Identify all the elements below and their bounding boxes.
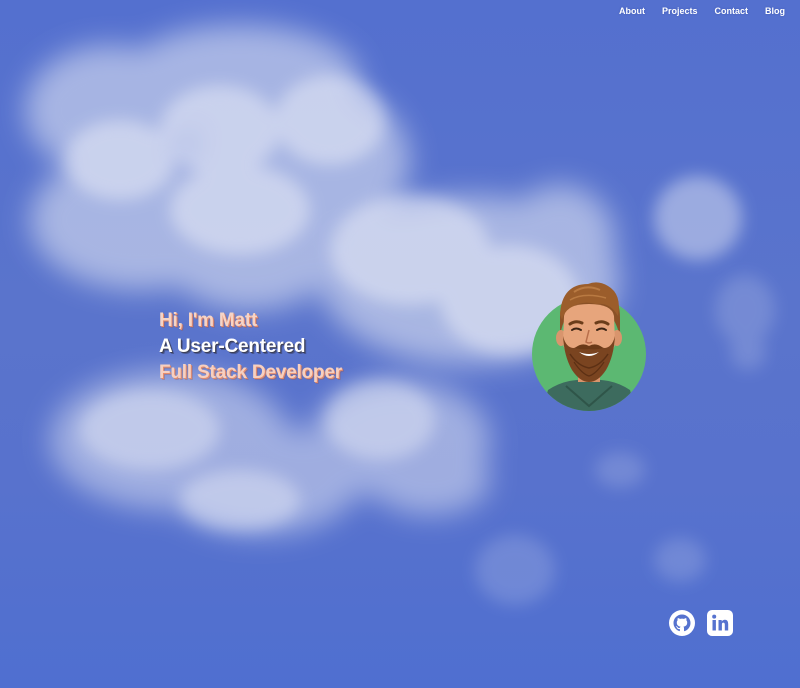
nav-link-contact[interactable]: Contact (698, 5, 749, 17)
avatar (526, 278, 652, 414)
hero-subtitle: A User-Centered (159, 336, 306, 357)
bearded-man-avatar-icon (532, 282, 646, 411)
nav-link-blog[interactable]: Blog (748, 5, 785, 17)
hero-greeting: Hi, I'm Matt (159, 310, 258, 331)
social-links (668, 609, 734, 637)
clouds-illustration (25, 25, 775, 605)
top-navigation: About Projects Contact Blog (602, 5, 785, 17)
hero-role: Full Stack Developer (159, 362, 342, 383)
nav-link-projects[interactable]: Projects (645, 5, 698, 17)
sky-background (0, 0, 800, 688)
linkedin-icon[interactable] (706, 609, 734, 637)
github-icon[interactable] (668, 609, 696, 637)
hero-heading: Hi, I'm Matt A User-Centered Full Stack … (159, 308, 342, 386)
nav-link-about[interactable]: About (602, 5, 645, 17)
